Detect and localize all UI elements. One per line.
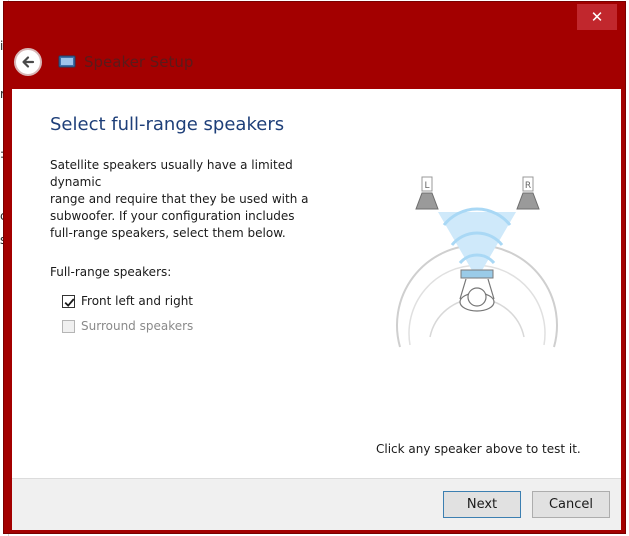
full-range-speakers-label: Full-range speakers: (50, 265, 172, 279)
checkmark-icon (64, 297, 75, 307)
description-line: Satellite speakers usually have a limite… (50, 158, 293, 189)
front-left-right-option[interactable]: Front left and right (62, 292, 193, 310)
description-text: Satellite speakers usually have a limite… (50, 157, 340, 242)
sound-field (396, 207, 558, 348)
test-speaker-hint: Click any speaker above to test it. (376, 442, 581, 456)
content-panel: Select full-range speakers Satellite spe… (12, 89, 621, 478)
listener-head (467, 287, 487, 307)
speaker-icon (415, 192, 439, 210)
back-button[interactable] (14, 48, 42, 76)
surround-speakers-checkbox (62, 319, 75, 333)
next-button[interactable]: Next (443, 491, 521, 518)
description-line: full-range speakers, select them below. (50, 226, 286, 240)
listener-screen (460, 269, 494, 279)
page-heading: Select full-range speakers (50, 114, 285, 135)
speaker-setup-window: ✕ Speaker Setup Select full-range speake… (3, 1, 626, 534)
left-speaker[interactable]: L (415, 176, 439, 210)
left-speaker-label: L (424, 181, 429, 191)
description-line: range and require that they be used with… (50, 192, 309, 206)
front-left-right-checkbox[interactable] (62, 294, 75, 308)
speaker-setup-icon (58, 55, 76, 68)
close-button[interactable]: ✕ (577, 4, 617, 30)
right-speaker[interactable]: R (516, 176, 540, 210)
speaker-icon (516, 192, 540, 210)
cancel-button[interactable]: Cancel (532, 491, 610, 518)
footer-bar: Next Cancel (12, 478, 621, 530)
sound-cone (438, 212, 516, 279)
close-icon: ✕ (590, 8, 604, 26)
surround-speakers-option: Surround speakers (62, 317, 193, 335)
description-line: subwoofer. If your configuration include… (50, 209, 295, 223)
surround-speakers-label: Surround speakers (81, 319, 194, 333)
window-title: Speaker Setup (84, 53, 194, 71)
back-arrow-icon (22, 56, 35, 68)
right-speaker-label: R (525, 181, 531, 191)
front-left-right-label: Front left and right (81, 294, 194, 308)
speaker-diagram: L R (396, 176, 558, 348)
